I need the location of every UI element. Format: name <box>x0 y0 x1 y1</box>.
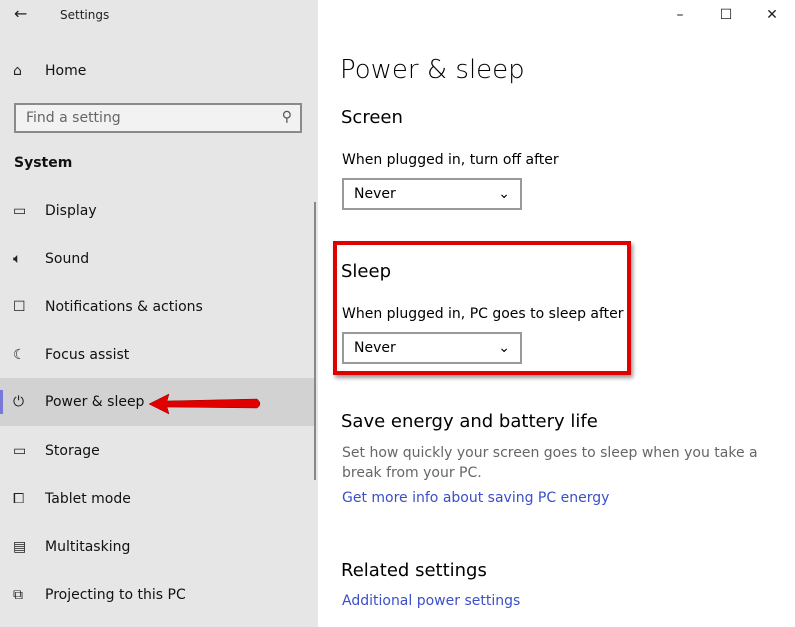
power-icon: ⏻ <box>13 394 25 410</box>
save-energy-heading: Save energy and battery life <box>341 411 598 432</box>
search-icon[interactable]: ⚲ <box>282 109 292 125</box>
page-title: Power & sleep <box>340 55 525 85</box>
projecting-icon: ⧉ <box>13 587 23 603</box>
section-heading: System <box>14 155 73 171</box>
screen-heading: Screen <box>341 107 403 128</box>
sleep-heading: Sleep <box>341 261 392 282</box>
label: Notifications & actions <box>45 299 203 315</box>
window-controls: – ☐ ✕ <box>657 0 795 30</box>
moon-icon: ☾ <box>13 347 26 363</box>
sidebar-item-notifications[interactable]: ☐ Notifications & actions <box>0 283 316 331</box>
speaker-icon: 🔈︎ <box>13 251 22 267</box>
app-title: Settings <box>60 8 110 22</box>
sidebar-item-home[interactable]: ⌂ Home <box>0 47 316 95</box>
sleep-timeout-dropdown[interactable]: Never ⌄ <box>342 332 522 364</box>
label: Power & sleep <box>45 394 145 410</box>
sidebar-item-projecting[interactable]: ⧉ Projecting to this PC <box>0 571 316 619</box>
dropdown-value: Never <box>354 186 396 202</box>
home-icon: ⌂ <box>13 63 22 79</box>
label: Storage <box>45 443 100 459</box>
sidebar-item-focus-assist[interactable]: ☾ Focus assist <box>0 331 316 379</box>
notification-icon: ☐ <box>13 299 26 315</box>
label: Sound <box>45 251 90 267</box>
sidebar-item-storage[interactable]: ▭ Storage <box>0 427 316 475</box>
sleep-label: When plugged in, PC goes to sleep after <box>342 306 624 322</box>
back-arrow-icon[interactable]: ← <box>14 4 27 23</box>
screen-label: When plugged in, turn off after <box>342 152 559 168</box>
multitasking-icon: ▤ <box>13 539 27 555</box>
dropdown-value: Never <box>354 340 396 356</box>
search-input[interactable]: Find a setting ⚲ <box>14 103 302 133</box>
monitor-icon: ▭ <box>13 203 27 219</box>
sidebar-item-display[interactable]: ▭ Display <box>0 187 316 235</box>
additional-power-settings-link[interactable]: Additional power settings <box>342 593 520 609</box>
label: Focus assist <box>45 347 130 363</box>
save-energy-description: Set how quickly your screen goes to slee… <box>342 445 758 481</box>
red-arrow-annotation <box>148 393 261 415</box>
label: Display <box>45 203 97 219</box>
close-icon[interactable]: ✕ <box>749 0 795 30</box>
tablet-icon: ⧠ <box>13 491 25 507</box>
storage-icon: ▭ <box>13 443 27 459</box>
label: Tablet mode <box>45 491 131 507</box>
sidebar-item-tablet-mode[interactable]: ⧠ Tablet mode <box>0 475 316 523</box>
search-placeholder: Find a setting <box>26 110 121 126</box>
scrollbar[interactable] <box>314 202 316 480</box>
chevron-down-icon: ⌄ <box>498 186 510 202</box>
sidebar-item-multitasking[interactable]: ▤ Multitasking <box>0 523 316 571</box>
sidebar-item-sound[interactable]: 🔈︎ Sound <box>0 235 316 283</box>
screen-timeout-dropdown[interactable]: Never ⌄ <box>342 178 522 210</box>
sidebar: ← Settings ⌂ Home Find a setting ⚲ System … <box>0 0 318 627</box>
home-label: Home <box>45 63 87 79</box>
power-info-link[interactable]: Get more info about saving PC energy <box>342 490 609 506</box>
minimize-icon[interactable]: – <box>657 0 703 30</box>
chevron-down-icon: ⌄ <box>498 340 510 356</box>
label: Projecting to this PC <box>45 587 186 603</box>
related-settings-heading: Related settings <box>341 560 487 581</box>
maximize-icon[interactable]: ☐ <box>703 0 749 30</box>
label: Multitasking <box>45 539 131 555</box>
